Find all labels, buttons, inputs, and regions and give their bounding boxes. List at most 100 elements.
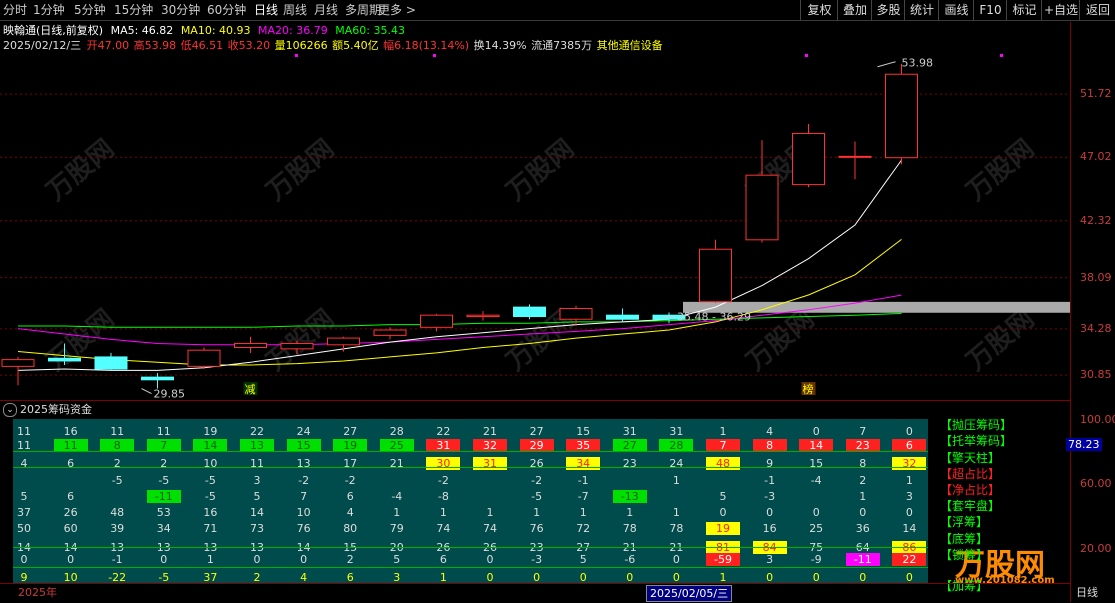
tab-1[interactable]: 1分钟 [33, 0, 65, 20]
tab-6[interactable]: 日线 [254, 0, 278, 20]
range-label: 35.48 - 36.29 [677, 311, 751, 324]
ma20-value: MA20: 36.79 [258, 24, 328, 37]
tab-10[interactable]: 更多 > [378, 0, 416, 20]
candle-body-0 [1, 359, 35, 367]
table-cell: 1 [579, 506, 587, 519]
top-dot-2 [805, 54, 808, 57]
tab-5[interactable]: 60分钟 [207, 0, 246, 20]
toolbar-button-0[interactable]: 复权 [800, 0, 838, 20]
table-cell: 15 [809, 457, 824, 470]
toolbar-button-3[interactable]: 统计 [904, 0, 939, 20]
table-cell: 27 [529, 425, 544, 438]
toolbar-button-1[interactable]: 叠加 [837, 0, 872, 20]
row-label-1: 【抛压筹码】 [940, 418, 1013, 432]
table-cell: 5 [719, 490, 727, 503]
table-cell: 5 [393, 553, 401, 566]
table-cell: 13 [296, 457, 311, 470]
candlestick-chart[interactable]: 53.98 29.85 35.48 - 36.29 减 榜 [0, 50, 1070, 400]
table-cell: 21 [389, 457, 404, 470]
toolbar-button-7[interactable]: +自选 [1041, 0, 1080, 20]
price-tick-3: 38.09 [1080, 270, 1112, 284]
indicator-tick-3: 20.00 [1080, 542, 1112, 555]
table-cell: 6 [67, 490, 75, 503]
table-cell: -13 [612, 490, 647, 503]
candle-body-6 [280, 342, 314, 350]
tab-3[interactable]: 15分钟 [114, 0, 153, 20]
table-cell: 16 [203, 506, 218, 519]
table-cell: -5 [204, 490, 216, 503]
table-cell: 0 [766, 506, 774, 519]
candle-body-13 [606, 314, 639, 320]
table-cell: -4 [810, 474, 822, 487]
table-cell: -2 [531, 474, 543, 487]
top-dot-1 [433, 54, 436, 57]
tab-0[interactable]: 分时 [3, 0, 27, 20]
table-cell: 10 [296, 506, 311, 519]
table-cell: 27 [343, 425, 358, 438]
table-cell: 73 [250, 522, 264, 535]
table-cell: 11 [156, 425, 171, 438]
table-cell: 32 [892, 457, 927, 470]
price-tick-5: 30.85 [1080, 368, 1112, 382]
table-cell: 34 [566, 457, 601, 470]
top-dot-3 [1000, 54, 1003, 57]
toolbar-button-2[interactable]: 多股 [871, 0, 905, 20]
table-cell: -2 [437, 474, 449, 487]
table-cell: 72 [576, 522, 591, 535]
table-cell: -59 [706, 553, 740, 566]
table-cell: 8 [859, 457, 867, 470]
candle-body-7 [327, 337, 360, 346]
high-pointer [877, 61, 896, 68]
ma60-line [18, 312, 902, 328]
footer-cursor-date: 2025/02/05/三 [646, 585, 733, 602]
tab-7[interactable]: 周线 [283, 0, 307, 20]
ma5-value: MA5: 46.82 [110, 24, 174, 37]
toolbar-button-8[interactable]: 返回 [1079, 0, 1115, 20]
table-cell: 6 [67, 457, 75, 470]
table-cell: 14 [250, 506, 264, 519]
row-label-2: 【托举筹码】 [940, 434, 1013, 448]
table-cell: 31 [622, 425, 637, 438]
table-cell: 26 [529, 457, 544, 470]
tab-8[interactable]: 月线 [314, 0, 338, 20]
table-cell: 2 [346, 553, 354, 566]
table-cell: -11 [845, 553, 880, 566]
table-cell: 78 [622, 522, 637, 535]
tab-2[interactable]: 5分钟 [74, 0, 106, 20]
marker-bang: 榜 [803, 382, 814, 396]
table-cell: -5 [158, 474, 170, 487]
row-label-8: 【底筹】 [940, 532, 989, 546]
table-cell: 5 [579, 553, 587, 566]
collapse-icon[interactable]: ⌄ [3, 403, 17, 417]
indicator-tick-2: 60.00 [1080, 477, 1112, 490]
table-cell: 48 [706, 457, 740, 470]
table-cell: 14 [902, 522, 917, 535]
toolbar-button-4[interactable]: 画线 [938, 0, 974, 20]
table-cell: -5 [531, 490, 543, 503]
table-cell: 36 [855, 522, 870, 535]
toolbar-button-5[interactable]: F10 [973, 0, 1007, 20]
row-label-6: 【套牢盘】 [940, 499, 1001, 513]
table-cell: 7 [300, 490, 308, 503]
table-cell: 74 [436, 522, 451, 535]
table-cell: 0 [859, 506, 867, 519]
low-pointer [141, 388, 152, 395]
panel-line-2 [13, 547, 928, 548]
indicator-panel-header: ⌄ 2025筹码资金 [0, 400, 1070, 419]
table-cell: -4 [391, 490, 403, 503]
table-cell: 39 [110, 522, 125, 535]
tab-4[interactable]: 30分钟 [161, 0, 200, 20]
table-cell: 74 [483, 522, 497, 535]
tab-9[interactable]: 多周期 [345, 0, 381, 20]
price-tick-0: 51.72 [1080, 87, 1112, 101]
table-cell: 1 [672, 506, 680, 519]
table-cell: -5 [111, 474, 123, 487]
table-cell: -6 [624, 553, 636, 566]
price-tick-1: 47.02 [1080, 150, 1112, 164]
toolbar-button-6[interactable]: 标记 [1006, 0, 1042, 20]
table-cell: -7 [577, 490, 589, 503]
table-cell: 25 [809, 522, 824, 535]
table-cell: -1 [111, 553, 123, 566]
marker-jian: 减 [245, 383, 256, 396]
price-tick-4: 34.28 [1080, 321, 1112, 335]
